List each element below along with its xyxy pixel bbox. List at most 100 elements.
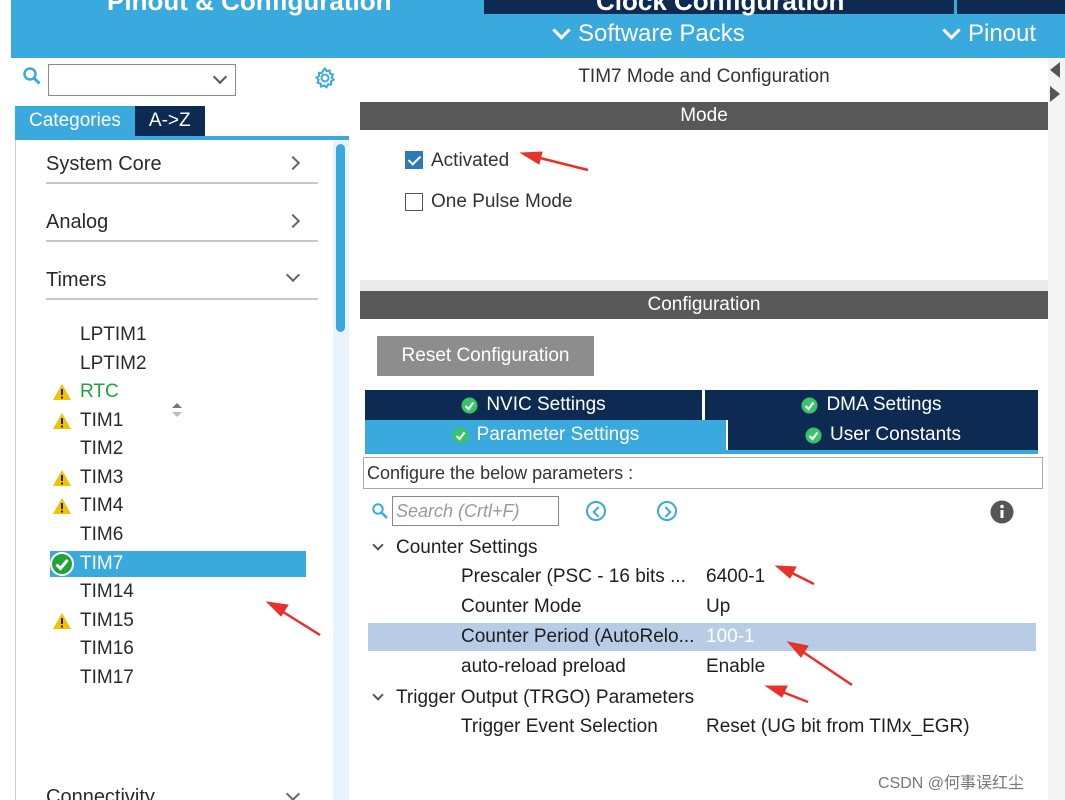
check-circle-icon	[805, 427, 822, 443]
warning-icon	[53, 498, 71, 514]
chevron-down-icon	[285, 786, 301, 800]
group-trigger-output[interactable]: Trigger Output (TRGO) Parameters	[372, 687, 695, 709]
tab-extra[interactable]	[957, 0, 1065, 14]
tab-clock-configuration[interactable]: Clock Configuration	[484, 0, 954, 16]
group-counter-settings[interactable]: Counter Settings	[372, 537, 538, 559]
check-circle-icon	[461, 397, 478, 413]
warning-icon	[53, 384, 71, 400]
parameter-hint: Configure the below parameters :	[363, 457, 1043, 489]
pinout-menu[interactable]: Pinout	[942, 20, 1036, 48]
timer-label: TIM3	[80, 467, 124, 488]
timer-label: TIM4	[80, 495, 124, 516]
categories-panel: Categories A->Z System Core Analog Timer…	[11, 58, 349, 800]
gear-icon[interactable]	[313, 66, 337, 90]
info-icon[interactable]	[990, 500, 1014, 524]
timer-item-lptim2[interactable]: LPTIM2	[50, 351, 306, 377]
param-row-prescaler[interactable]: Prescaler (PSC - 16 bits ... 6400-1	[368, 563, 1036, 591]
configuration-section: Reset Configuration NVIC Settings DMA Se…	[360, 320, 1048, 800]
category-label: System Core	[46, 153, 162, 175]
category-label: Connectivity	[46, 786, 155, 800]
top-toolbar: Pinout & Configuration Clock Configurati…	[11, 0, 1065, 58]
search-icon	[372, 503, 388, 519]
tab-label: DMA Settings	[826, 394, 942, 415]
timer-item-tim3[interactable]: TIM3	[50, 465, 306, 491]
search-next-button[interactable]	[657, 501, 677, 521]
expand-right-icon[interactable]	[1050, 86, 1060, 102]
tab-categories[interactable]: Categories	[15, 106, 135, 136]
timer-item-tim14[interactable]: TIM14	[50, 579, 306, 605]
parameter-search-input[interactable]: Search (Crtl+F)	[392, 496, 559, 526]
param-value[interactable]: 100-1	[706, 626, 755, 648]
check-circle-icon	[50, 552, 74, 576]
group-label: Trigger Output (TRGO) Parameters	[396, 687, 695, 708]
timer-item-tim6[interactable]: TIM6	[50, 522, 306, 548]
search-icon[interactable]	[23, 67, 41, 85]
param-row-auto-reload-preload[interactable]: auto-reload preload Enable	[368, 653, 1036, 681]
tab-label: Parameter Settings	[476, 424, 640, 445]
reset-configuration-button[interactable]: Reset Configuration	[377, 336, 594, 376]
watermark: CSDN @何事误红尘	[878, 775, 1025, 792]
param-value[interactable]: Reset (UG bit from TIMx_EGR)	[706, 716, 970, 738]
tab-pinout-configuration[interactable]: Pinout & Configuration	[11, 0, 471, 16]
category-analog[interactable]: Analog	[46, 198, 318, 242]
category-connectivity[interactable]: Connectivity	[46, 757, 318, 800]
timer-label: LPTIM1	[80, 324, 147, 345]
warning-icon	[53, 413, 71, 429]
chevron-down-icon	[942, 20, 961, 40]
timer-item-lptim1[interactable]: LPTIM1	[50, 322, 306, 348]
timer-label: LPTIM2	[80, 353, 147, 374]
param-value[interactable]: 6400-1	[706, 566, 765, 588]
timer-label: TIM6	[80, 524, 124, 545]
param-value[interactable]: Enable	[706, 656, 765, 678]
param-name: Trigger Event Selection	[461, 716, 658, 737]
param-row-counter-period[interactable]: Counter Period (AutoRelo... 100-1	[368, 623, 1036, 651]
tab-parameter-settings[interactable]: Parameter Settings	[365, 420, 726, 450]
tab-label: NVIC Settings	[486, 394, 606, 415]
chevron-down-icon	[372, 539, 384, 551]
timer-item-tim17[interactable]: TIM17	[50, 665, 306, 691]
timer-label: TIM17	[80, 667, 134, 688]
tab-underline	[365, 450, 1038, 454]
warning-icon	[53, 470, 71, 486]
category-timers[interactable]: Timers	[46, 256, 318, 300]
timer-item-tim2[interactable]: TIM2	[50, 436, 306, 462]
tab-clock-configuration-label: Clock Configuration	[596, 0, 845, 16]
timer-item-tim4[interactable]: TIM4	[50, 493, 306, 519]
timer-item-tim1[interactable]: TIM1	[50, 408, 306, 434]
check-circle-icon	[452, 427, 469, 443]
timer-item-tim7[interactable]: TIM7	[50, 551, 306, 577]
chevron-down-icon	[372, 689, 384, 701]
chevron-down-icon	[285, 267, 301, 283]
tab-a-z[interactable]: A->Z	[134, 106, 205, 136]
param-value[interactable]: Up	[706, 596, 730, 618]
tab-user-constants[interactable]: User Constants	[728, 420, 1038, 450]
search-combobox[interactable]	[48, 64, 236, 96]
category-label: Timers	[46, 269, 107, 291]
tab-dma-settings[interactable]: DMA Settings	[705, 390, 1038, 420]
warning-icon	[53, 613, 71, 629]
software-packs-menu[interactable]: Software Packs	[552, 20, 745, 48]
category-system-core[interactable]: System Core	[46, 140, 318, 184]
search-previous-button[interactable]	[586, 501, 606, 521]
group-label: Counter Settings	[396, 537, 538, 558]
check-circle-icon	[801, 397, 818, 413]
collapse-handle[interactable]	[1048, 58, 1065, 800]
activated-checkbox[interactable]	[405, 151, 423, 169]
timer-label: TIM7	[80, 553, 124, 574]
timer-label: TIM2	[80, 438, 124, 459]
tab-nvic-settings[interactable]: NVIC Settings	[365, 390, 702, 420]
timer-item-tim16[interactable]: TIM16	[50, 636, 306, 662]
category-scrollbar[interactable]	[333, 140, 349, 800]
param-name: Counter Period (AutoRelo...	[461, 626, 695, 647]
timer-item-rtc[interactable]: RTC	[50, 379, 306, 405]
scrollbar-thumb[interactable]	[336, 144, 345, 332]
one-pulse-mode-checkbox[interactable]	[405, 193, 423, 211]
timer-item-tim15[interactable]: TIM15	[50, 608, 306, 634]
param-row-trigger-event-selection[interactable]: Trigger Event Selection Reset (UG bit fr…	[368, 713, 1036, 741]
chevron-down-icon	[212, 69, 228, 85]
timer-label: TIM14	[80, 581, 134, 602]
timer-label: TIM1	[80, 410, 124, 431]
param-row-counter-mode[interactable]: Counter Mode Up	[368, 593, 1036, 621]
collapse-left-icon[interactable]	[1050, 62, 1060, 78]
activated-label: Activated	[431, 150, 510, 171]
